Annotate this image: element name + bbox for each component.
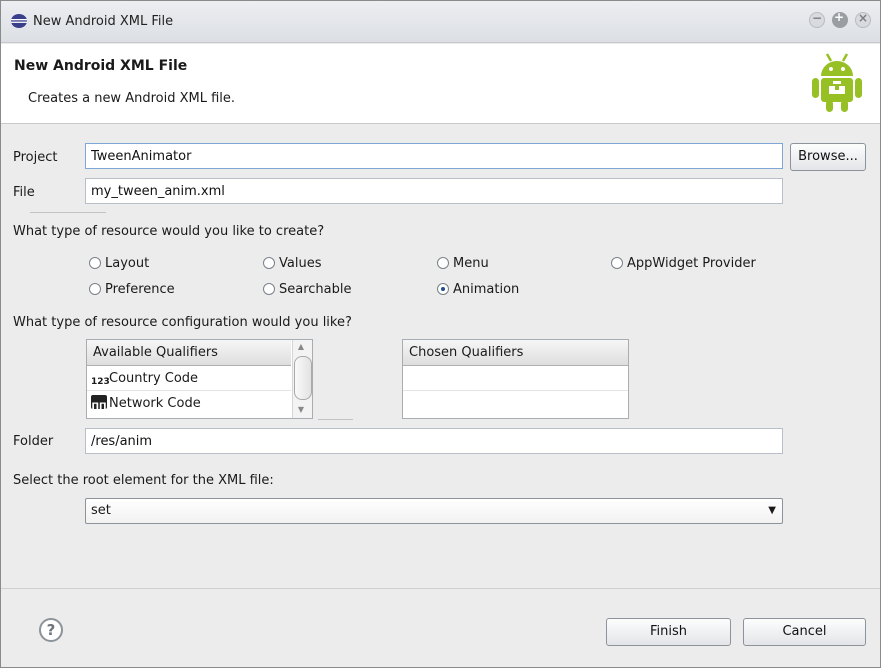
country-code-icon: 123 — [91, 377, 110, 387]
qualifiers-scrollbar[interactable]: ▲ ▼ — [292, 340, 312, 418]
radio-button-icon[interactable] — [263, 257, 275, 269]
list-item-network-code[interactable]: ΠΠ Network Code — [87, 391, 291, 416]
radio-button-icon[interactable] — [437, 257, 449, 269]
dropdown-arrow-icon[interactable]: ▼ — [768, 499, 776, 523]
new-android-xml-file-dialog: New Android XML File − + × New Android X… — [0, 0, 881, 668]
title-bar: New Android XML File − + × — [1, 1, 880, 43]
radio-animation[interactable]: Animation — [437, 282, 519, 300]
radio-button-icon[interactable] — [611, 257, 623, 269]
file-label: File — [13, 185, 35, 200]
folder-input[interactable] — [85, 428, 783, 454]
list-item — [403, 391, 628, 416]
radio-preference[interactable]: Preference — [89, 282, 175, 300]
maximize-button[interactable]: + — [832, 10, 848, 28]
file-input[interactable] — [85, 178, 783, 204]
radio-menu[interactable]: Menu — [437, 256, 489, 274]
separator — [318, 419, 353, 420]
wizard-description: Creates a new Android XML file. — [28, 91, 236, 106]
chosen-qualifiers-header: Chosen Qualifiers — [403, 340, 628, 366]
resource-type-question: What type of resource would you like to … — [13, 224, 325, 239]
folder-label: Folder — [13, 434, 54, 449]
android-logo-icon — [812, 53, 862, 112]
wizard-header: New Android XML File Creates a new Andro… — [1, 44, 880, 124]
scroll-down-arrow-icon[interactable]: ▼ — [293, 403, 309, 417]
radio-values[interactable]: Values — [263, 256, 321, 274]
list-item-country-code[interactable]: 123Country Code — [87, 366, 291, 391]
radio-searchable[interactable]: Searchable — [263, 282, 352, 300]
cancel-button[interactable]: Cancel — [743, 618, 866, 646]
config-question: What type of resource configuration woul… — [13, 315, 352, 330]
root-element-question: Select the root element for the XML file… — [13, 473, 274, 488]
scroll-thumb[interactable] — [294, 356, 312, 400]
window-title: New Android XML File — [33, 14, 174, 29]
minimize-button[interactable]: − — [809, 11, 825, 28]
radio-button-icon[interactable] — [263, 283, 275, 295]
radio-appwidget-provider[interactable]: AppWidget Provider — [611, 256, 756, 274]
browse-button[interactable]: Browse... — [790, 143, 866, 171]
network-code-icon: ΠΠ — [91, 395, 107, 412]
wizard-title: New Android XML File — [14, 58, 188, 74]
project-label: Project — [13, 150, 58, 165]
project-input[interactable] — [85, 143, 783, 169]
root-element-value: set — [91, 503, 111, 518]
separator — [30, 212, 106, 213]
radio-button-icon[interactable] — [89, 283, 101, 295]
scroll-up-arrow-icon[interactable]: ▲ — [293, 340, 309, 354]
help-icon[interactable]: ? — [39, 618, 63, 642]
footer-separator — [1, 588, 880, 589]
radio-layout[interactable]: Layout — [89, 256, 149, 274]
finish-button[interactable]: Finish — [606, 618, 731, 646]
close-button[interactable]: × — [855, 11, 871, 28]
radio-button-selected-icon[interactable] — [437, 283, 449, 295]
chosen-qualifiers-list[interactable]: Chosen Qualifiers — [402, 339, 629, 419]
eclipse-icon — [11, 14, 27, 28]
list-item — [403, 366, 628, 391]
root-element-select[interactable]: set ▼ — [85, 498, 783, 524]
radio-button-icon[interactable] — [89, 257, 101, 269]
available-qualifiers-header: Available Qualifiers — [87, 340, 291, 366]
available-qualifiers-list[interactable]: Available Qualifiers 123Country Code ΠΠ N… — [86, 339, 313, 419]
